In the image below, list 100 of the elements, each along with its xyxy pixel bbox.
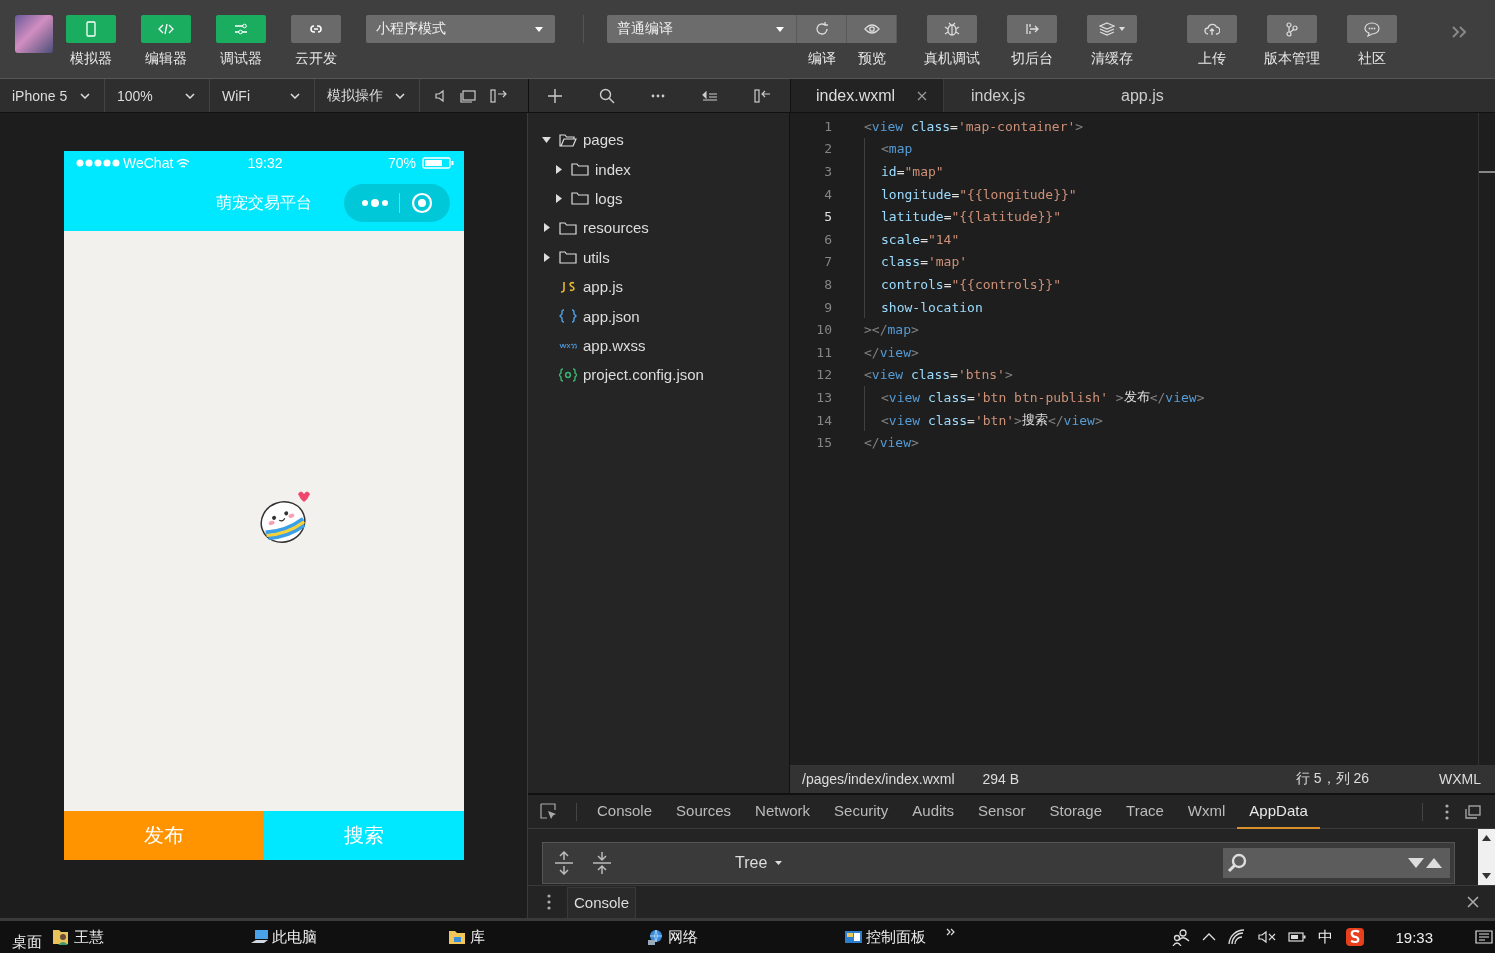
wifi-icon[interactable] — [1228, 929, 1247, 945]
code-line: class='map' — [864, 250, 968, 274]
line-number: 13 — [815, 389, 832, 405]
devtools-tab[interactable]: Console — [585, 794, 665, 829]
tree-item[interactable]: app.json — [528, 301, 789, 331]
toolbar-button[interactable] — [140, 15, 191, 43]
code-line: id="map" — [864, 160, 944, 183]
toolbar-button[interactable] — [290, 15, 341, 43]
code-line: <view class='map-container'> — [864, 118, 1084, 134]
editor-tab[interactable]: app.js — [1094, 79, 1244, 112]
code-line: </view> — [864, 344, 919, 360]
taskbar-label[interactable]: 桌面 — [0, 922, 52, 952]
zoom-dropdown[interactable]: 100% — [105, 79, 210, 112]
close-icon[interactable] — [1467, 896, 1479, 908]
toolbar-button[interactable] — [1266, 15, 1317, 43]
search-icon[interactable] — [598, 87, 615, 104]
clock-time[interactable]: 19:33 — [1395, 928, 1433, 946]
network-dropdown[interactable]: WiFi — [210, 79, 315, 112]
people-icon[interactable] — [1172, 928, 1191, 946]
taskbar-item[interactable]: 库 — [448, 927, 646, 947]
collapse-list-icon[interactable] — [701, 89, 718, 102]
devtools-tab[interactable]: Sources — [664, 794, 744, 829]
devtools-tab[interactable]: Audits — [900, 794, 966, 829]
toolbar-button[interactable] — [215, 15, 266, 43]
line-number: 7 — [823, 254, 832, 270]
devtools-tab[interactable]: Network — [743, 794, 823, 829]
line-number: 10 — [815, 322, 832, 338]
taskbar-item[interactable]: 网络 — [646, 927, 844, 947]
toolbar-button[interactable] — [1086, 15, 1137, 43]
down-triangle-icon[interactable] — [1408, 858, 1424, 868]
devtools-tab[interactable]: Trace — [1114, 794, 1176, 829]
line-number: 6 — [823, 231, 832, 247]
kebab-menu-icon[interactable] — [547, 894, 551, 910]
tree-item[interactable]: utils — [528, 242, 789, 272]
tree-item[interactable]: project.config.json — [528, 360, 789, 390]
cloud-upload-icon — [1203, 21, 1220, 37]
tree-item[interactable]: resources — [528, 213, 789, 243]
speaker-icon[interactable] — [434, 88, 446, 103]
drawer-tab[interactable]: Console — [567, 886, 637, 918]
window-icon[interactable] — [460, 88, 476, 103]
folder-icon — [559, 220, 577, 235]
code-line: longitude="{{longitude}}" — [864, 182, 1077, 206]
devtools-tab[interactable]: Storage — [1037, 794, 1115, 829]
kebab-menu-icon[interactable] — [1445, 803, 1449, 820]
plus-icon[interactable] — [548, 88, 562, 103]
tree-item[interactable]: index — [528, 154, 789, 184]
toolbar-button[interactable] — [847, 15, 897, 43]
avatar-picture[interactable] — [15, 15, 53, 53]
branch-icon — [1283, 21, 1300, 37]
mode-dropdown[interactable]: 小程序模式 — [366, 15, 555, 43]
view-dropdown[interactable]: Tree — [735, 854, 783, 872]
s-logo-icon[interactable] — [1345, 927, 1366, 947]
speaker-muted-icon[interactable] — [1258, 930, 1277, 944]
editor-tab[interactable]: index.wxml — [791, 79, 944, 112]
toolbar-button[interactable] — [1186, 15, 1237, 43]
devtools-tab[interactable]: Sensor — [966, 794, 1038, 829]
scrollbar[interactable] — [1478, 113, 1495, 765]
battery-icon — [422, 157, 454, 169]
collapse-icon[interactable] — [593, 851, 611, 875]
panel-arrow-icon[interactable] — [490, 87, 508, 104]
toolbar-button[interactable] — [797, 15, 847, 43]
toolbar-label: 社区 — [1357, 50, 1386, 68]
undock-icon[interactable] — [1465, 804, 1481, 819]
expand-icon[interactable] — [555, 851, 573, 875]
toolbar-button[interactable] — [1346, 15, 1397, 43]
notification-icon[interactable] — [1475, 930, 1493, 944]
toolbar-button[interactable] — [1006, 15, 1057, 43]
toolbar-button[interactable] — [65, 15, 116, 43]
editor-tab[interactable]: index.js — [944, 79, 1094, 112]
input-method-indicator[interactable]: 中 — [1318, 927, 1334, 947]
devtools-tab[interactable]: AppData — [1237, 794, 1320, 829]
code-line: <view class='btn btn-publish' >发布</view> — [864, 386, 1205, 409]
taskbar-item[interactable]: 控制面板 — [844, 927, 1042, 947]
tree-item[interactable]: app.wxss — [528, 330, 789, 361]
up-triangle-icon[interactable] — [1426, 858, 1442, 868]
tree-item[interactable]: pages — [528, 125, 789, 155]
line-number: 3 — [823, 164, 832, 179]
close-icon[interactable] — [917, 90, 927, 101]
scrollbar[interactable] — [1478, 829, 1495, 885]
devtools-tab[interactable]: Wxml — [1175, 794, 1238, 829]
tree-item[interactable]: app.js — [528, 271, 789, 302]
panel-arrow-icon[interactable] — [754, 87, 772, 104]
toolbar-button[interactable] — [926, 15, 977, 43]
device-dropdown[interactable]: iPhone 5 — [0, 79, 105, 112]
ellipsis-icon[interactable] — [651, 93, 665, 98]
chevron-up-icon[interactable] — [1202, 933, 1217, 941]
operations-dropdown[interactable]: 模拟操作 — [315, 79, 420, 112]
tree-item[interactable]: logs — [528, 183, 789, 214]
status-time: 19:32 — [247, 155, 283, 171]
code-line: scale="14" — [864, 227, 960, 251]
inspect-cursor-icon[interactable] — [540, 802, 558, 821]
code-line: show-location — [864, 295, 983, 319]
taskbar-item[interactable]: 此电脑 — [250, 927, 448, 947]
battery-icon[interactable] — [1288, 931, 1307, 943]
devtools-tab[interactable]: Security — [822, 794, 901, 829]
toolbar-label: 真机调试 — [923, 50, 980, 68]
taskbar-item[interactable]: 王慧 — [52, 927, 250, 947]
compile-dropdown[interactable]: 普通编译 — [607, 15, 797, 43]
page-title: 萌宠交易平台 — [216, 192, 312, 213]
search-field[interactable] — [1223, 848, 1450, 878]
